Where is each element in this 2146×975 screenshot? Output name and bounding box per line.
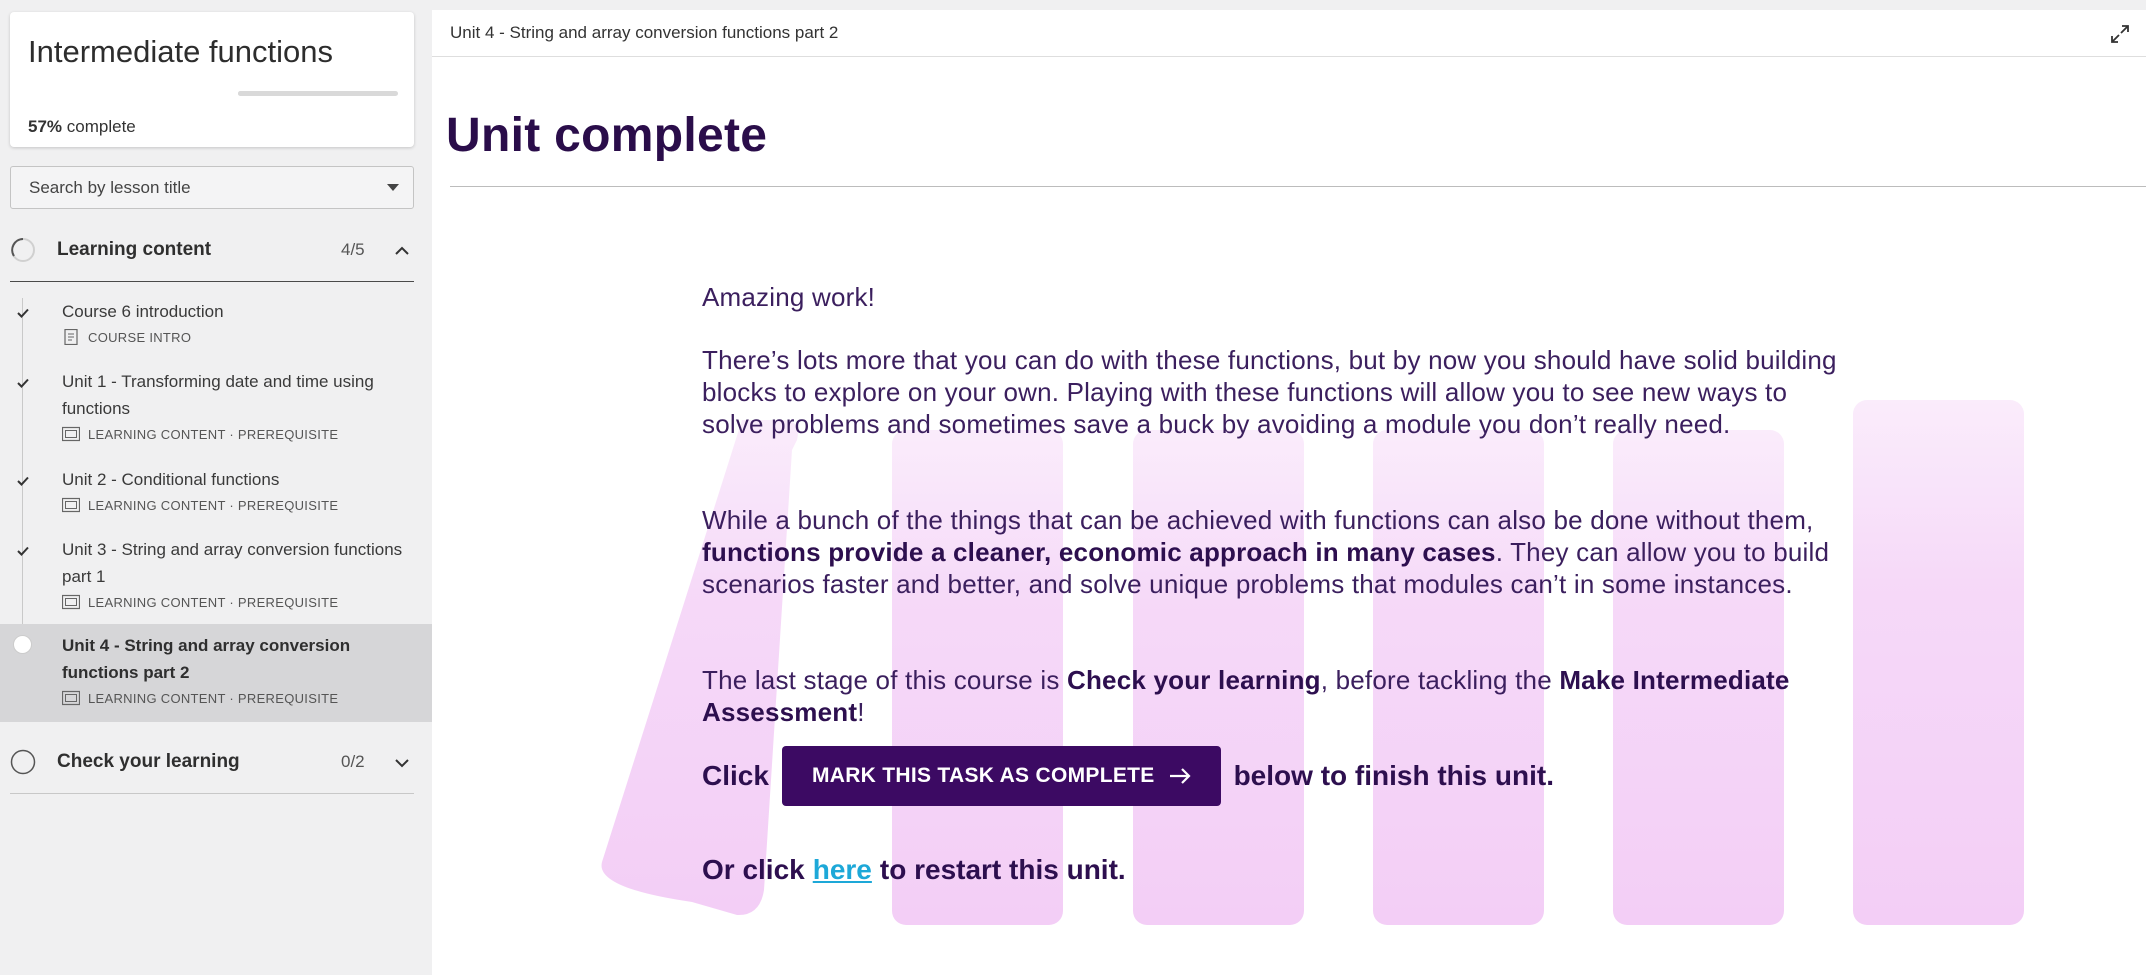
chevron-down-icon[interactable] <box>393 754 411 772</box>
section-count: 0/2 <box>341 752 365 771</box>
paragraph-last-stage: The last stage of this course is Check y… <box>702 664 1842 728</box>
lesson-meta-text: COURSE INTRO <box>88 329 192 345</box>
page-title: Unit complete <box>446 109 768 162</box>
expand-icon[interactable] <box>2110 24 2130 44</box>
lesson-search-select[interactable]: Search by lesson title <box>10 166 414 209</box>
restart-suffix: to restart this unit. <box>879 854 1126 885</box>
mark-complete-button[interactable]: MARK THIS TASK AS COMPLETE <box>781 746 1221 806</box>
caret-down-icon <box>387 184 399 191</box>
bold-run: Check your learning <box>1067 665 1321 695</box>
slides-icon <box>62 690 80 706</box>
progress-bar <box>238 91 398 96</box>
lesson-meta-text: LEARNING CONTENT · PREREQUISITE <box>88 594 339 610</box>
section-title: Learning content <box>57 239 212 260</box>
current-lesson-dot <box>13 635 32 654</box>
lesson-item-unit-2[interactable]: Unit 2 - Conditional functions LEARNING … <box>0 466 432 524</box>
section-divider <box>10 793 414 794</box>
title-divider <box>450 186 2146 187</box>
lesson-title: Unit 1 - Transforming date and time usin… <box>62 372 374 418</box>
text-run: The last stage of this course is <box>702 665 1067 695</box>
section-divider <box>10 281 414 282</box>
slides-icon <box>62 594 80 610</box>
search-placeholder: Search by lesson title <box>29 178 191 197</box>
lesson-meta: LEARNING CONTENT · PREREQUISITE <box>62 497 338 513</box>
progress-value: 57% <box>28 117 63 136</box>
chevron-up-icon[interactable] <box>393 242 411 260</box>
paragraph-amazing: Amazing work! <box>702 282 876 312</box>
text-run: ! <box>857 697 865 727</box>
lesson-meta-text: LEARNING CONTENT · PREREQUISITE <box>88 690 339 706</box>
progress-ring-icon <box>11 238 35 262</box>
restart-row: Or click here to restart this unit. <box>702 854 1126 886</box>
slides-icon <box>62 497 80 513</box>
lesson-item-unit-3[interactable]: Unit 3 - String and array conversion fun… <box>0 536 432 622</box>
restart-prefix: Or click <box>702 854 805 885</box>
progress-bar-fill <box>238 91 330 96</box>
course-sidebar: Intermediate functions 57% complete Sear… <box>0 0 432 975</box>
lesson-meta: LEARNING CONTENT · PREREQUISITE <box>62 690 338 706</box>
progress-text: 57% complete <box>28 117 136 137</box>
lesson-meta: COURSE INTRO <box>62 329 191 345</box>
check-icon <box>17 476 29 486</box>
lesson-meta-text: LEARNING CONTENT · PREREQUISITE <box>88 426 339 442</box>
lesson-meta-text: LEARNING CONTENT · PREREQUISITE <box>88 497 339 513</box>
check-icon <box>17 308 29 318</box>
document-icon <box>64 329 78 345</box>
lesson-item-course-intro[interactable]: Course 6 introduction COURSE INTRO <box>0 298 432 356</box>
lesson-title: Course 6 introduction <box>62 302 224 321</box>
click-suffix: below to finish this unit. <box>1233 760 1554 791</box>
progress-suffix: complete <box>66 117 136 136</box>
section-title: Check your learning <box>57 751 240 772</box>
slides-icon <box>62 426 80 442</box>
lesson-title: Unit 2 - Conditional functions <box>62 470 280 489</box>
section-learning-content[interactable]: Learning content 4/5 <box>10 222 414 280</box>
empty-circle-icon <box>10 749 36 775</box>
lesson-meta: LEARNING CONTENT · PREREQUISITE <box>62 426 338 442</box>
lesson-item-unit-1[interactable]: Unit 1 - Transforming date and time usin… <box>0 368 432 454</box>
course-progress-card: Intermediate functions 57% complete <box>10 12 414 147</box>
section-count: 4/5 <box>341 240 365 259</box>
paragraph-functions-approach: While a bunch of the things that can be … <box>702 504 1842 600</box>
lesson-item-unit-4[interactable]: Unit 4 - String and array conversion fun… <box>0 624 432 722</box>
lesson-title: Unit 4 - String and array conversion fun… <box>62 636 351 682</box>
mark-complete-label: MARK THIS TASK AS COMPLETE <box>811 764 1155 787</box>
lesson-title: Unit 3 - String and array conversion fun… <box>62 540 403 586</box>
lesson-content-panel: Unit 4 - String and array conversion fun… <box>432 10 2146 975</box>
lesson-header-bar: Unit 4 - String and array conversion fun… <box>432 10 2146 57</box>
text-run: While a bunch of the things that can be … <box>702 505 1814 535</box>
breadcrumb: Unit 4 - String and array conversion fun… <box>450 23 839 42</box>
arrow-right-icon <box>1169 768 1191 784</box>
text-run: , before tackling the <box>1320 665 1560 695</box>
bar-5 <box>1853 400 2024 925</box>
click-prefix: Click <box>702 760 769 791</box>
complete-task-row: Click MARK THIS TASK AS COMPLETE below t… <box>702 746 1554 806</box>
course-title: Intermediate functions <box>28 34 334 69</box>
bold-run: functions provide a cleaner, economic ap… <box>702 537 1496 567</box>
paragraph-more-functions: There’s lots more that you can do with t… <box>702 345 1837 439</box>
restart-link[interactable]: here <box>813 854 872 886</box>
check-icon <box>17 546 29 556</box>
check-icon <box>17 378 29 388</box>
section-check-your-learning[interactable]: Check your learning 0/2 <box>10 734 414 792</box>
lesson-meta: LEARNING CONTENT · PREREQUISITE <box>62 594 338 610</box>
